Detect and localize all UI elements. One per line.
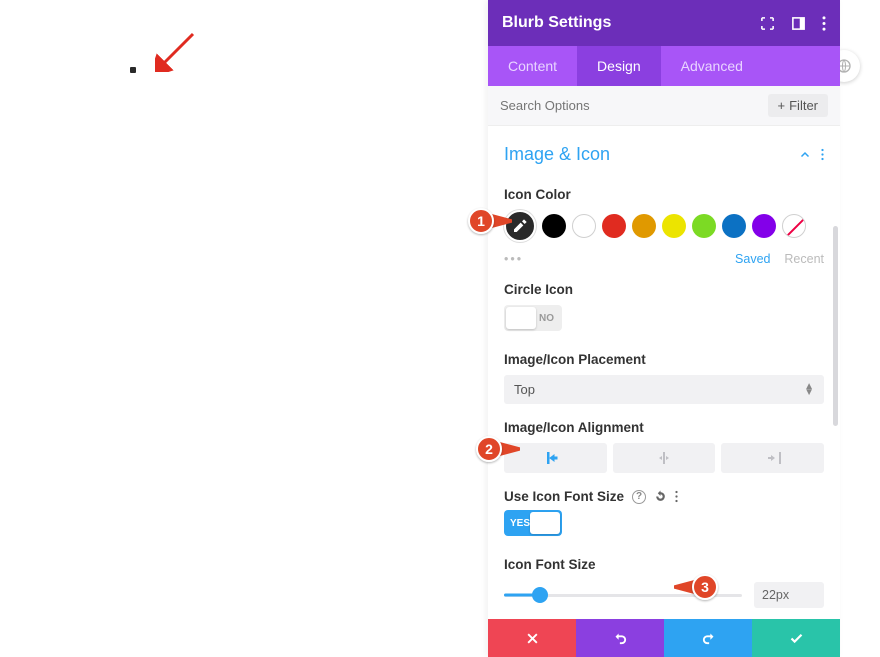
use-font-size-label: Use Icon Font Size xyxy=(504,489,624,504)
placement-label: Image/Icon Placement xyxy=(504,352,824,367)
tabs: Content Design Advanced xyxy=(488,46,840,86)
pointer-arrow xyxy=(155,32,195,72)
cancel-button[interactable] xyxy=(488,619,576,657)
swatch-white[interactable] xyxy=(572,214,596,238)
swatch-orange[interactable] xyxy=(632,214,656,238)
align-right-button[interactable] xyxy=(721,443,824,473)
swatch-red[interactable] xyxy=(602,214,626,238)
section-title: Image & Icon xyxy=(504,144,610,165)
help-icon[interactable]: ? xyxy=(632,490,646,504)
reset-icon[interactable] xyxy=(654,490,667,503)
settings-panel: Blurb Settings Content Design Advanced +… xyxy=(488,0,840,657)
toggle-yes-label: YES xyxy=(510,518,530,529)
redo-icon xyxy=(701,631,716,646)
swatch-black[interactable] xyxy=(542,214,566,238)
annotation-marker-1: 1 xyxy=(468,206,518,236)
save-button[interactable] xyxy=(752,619,840,657)
redo-button[interactable] xyxy=(664,619,752,657)
plus-icon: + xyxy=(778,98,786,113)
alignment-group xyxy=(504,443,824,473)
swatch-blue[interactable] xyxy=(722,214,746,238)
icon-color-label: Icon Color xyxy=(504,187,824,202)
section-menu-icon[interactable] xyxy=(821,148,824,161)
filter-button[interactable]: + Filter xyxy=(768,94,828,117)
section-header[interactable]: Image & Icon xyxy=(504,136,824,177)
recent-colors-link[interactable]: Recent xyxy=(784,252,824,266)
font-size-value[interactable]: 22px xyxy=(754,582,824,608)
panel-footer xyxy=(488,619,840,657)
alignment-label: Image/Icon Alignment xyxy=(504,420,824,435)
chevron-up-icon[interactable] xyxy=(799,149,811,161)
blurb-module-preview[interactable] xyxy=(130,67,136,73)
undo-icon xyxy=(613,631,628,646)
close-icon xyxy=(526,632,539,645)
dock-icon[interactable] xyxy=(791,16,806,31)
panel-title: Blurb Settings xyxy=(502,14,611,32)
placement-select[interactable]: Top ▲▼ xyxy=(504,375,824,404)
align-left-icon xyxy=(547,452,563,464)
tab-advanced[interactable]: Advanced xyxy=(661,46,763,86)
swatch-yellow[interactable] xyxy=(662,214,686,238)
more-swatches-icon[interactable]: ••• xyxy=(504,252,523,266)
saved-colors-link[interactable]: Saved xyxy=(735,252,770,266)
swatch-none[interactable] xyxy=(782,214,806,238)
select-caret-icon: ▲▼ xyxy=(804,384,814,396)
scrollbar[interactable] xyxy=(833,226,838,426)
filter-label: Filter xyxy=(789,98,818,113)
slider-thumb[interactable] xyxy=(533,588,547,602)
kebab-menu-icon[interactable] xyxy=(822,16,826,31)
expand-icon[interactable] xyxy=(760,16,775,31)
font-size-label: Icon Font Size xyxy=(504,557,824,572)
circle-icon-toggle[interactable]: NO xyxy=(504,305,562,331)
align-center-icon xyxy=(656,452,672,464)
search-row: + Filter xyxy=(488,86,840,126)
swatch-purple[interactable] xyxy=(752,214,776,238)
toggle-no-label: NO xyxy=(539,313,554,324)
circle-icon-label: Circle Icon xyxy=(504,282,824,297)
annotation-marker-2: 2 xyxy=(476,434,526,464)
align-right-icon xyxy=(765,452,781,464)
panel-header: Blurb Settings xyxy=(488,0,840,46)
swatch-green[interactable] xyxy=(692,214,716,238)
use-font-size-toggle[interactable]: YES xyxy=(504,510,562,536)
search-input[interactable] xyxy=(500,98,760,113)
undo-button[interactable] xyxy=(576,619,664,657)
annotation-marker-3: 3 xyxy=(668,572,718,602)
color-swatches xyxy=(504,210,824,242)
option-menu-icon[interactable] xyxy=(675,490,678,503)
check-icon xyxy=(789,631,804,646)
panel-body: Image & Icon Icon Color ••• Saved xyxy=(488,126,840,619)
tab-content[interactable]: Content xyxy=(488,46,577,86)
align-center-button[interactable] xyxy=(613,443,716,473)
placement-value: Top xyxy=(514,382,535,397)
tab-design[interactable]: Design xyxy=(577,46,661,86)
